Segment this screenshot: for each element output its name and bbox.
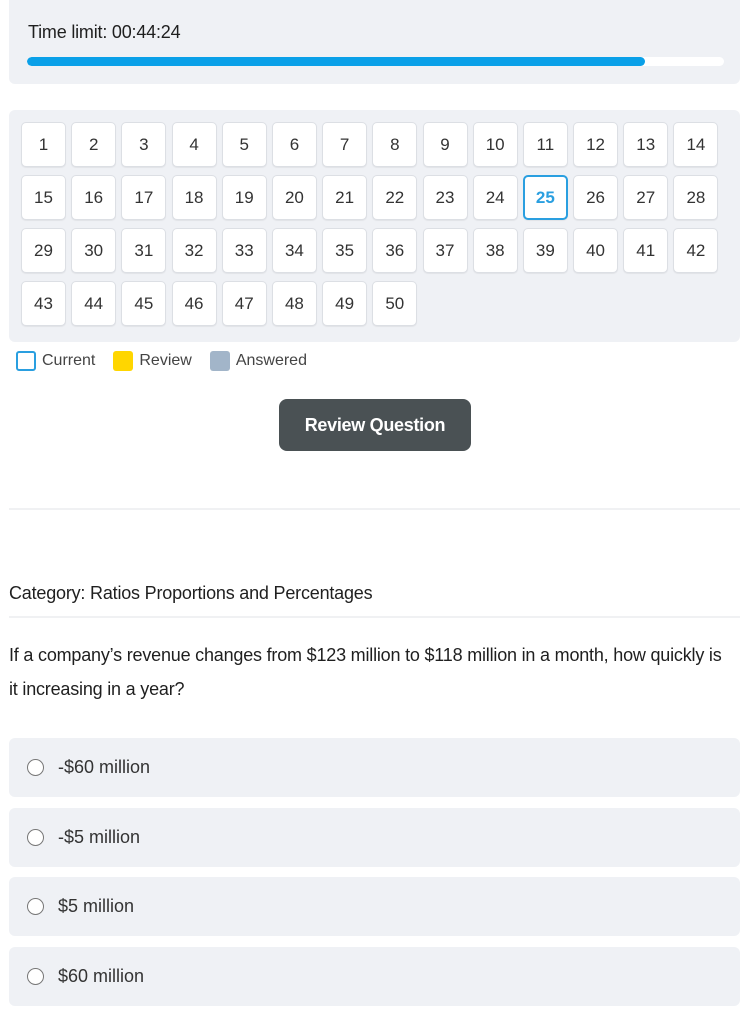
answered-swatch-icon bbox=[209, 351, 230, 371]
question-button[interactable]: 13 bbox=[623, 122, 669, 167]
answer-option-label: -$5 million bbox=[58, 827, 141, 847]
legend-answered: Answered bbox=[209, 351, 307, 371]
review-swatch-icon bbox=[113, 351, 134, 371]
question-button[interactable]: 27 bbox=[623, 175, 669, 220]
legend-answered-label: Answered bbox=[235, 352, 307, 369]
question-button[interactable]: 11 bbox=[522, 122, 568, 167]
question-button[interactable]: 34 bbox=[271, 228, 317, 273]
answer-option[interactable]: -$5 million bbox=[9, 808, 740, 867]
question-button[interactable]: 4 bbox=[171, 122, 217, 167]
question-button[interactable]: 43 bbox=[21, 281, 66, 326]
question-button[interactable]: 32 bbox=[171, 228, 217, 273]
question-button[interactable]: 30 bbox=[71, 228, 117, 273]
question-button[interactable]: 6 bbox=[271, 122, 317, 167]
question-category: Category: Ratios Proportions and Percent… bbox=[9, 583, 373, 603]
question-button[interactable]: 22 bbox=[372, 175, 418, 220]
legend-review-label: Review bbox=[139, 352, 192, 369]
question-button[interactable]: 44 bbox=[71, 281, 117, 326]
question-button[interactable]: 45 bbox=[121, 281, 167, 326]
review-question-button[interactable]: Review Question bbox=[279, 399, 471, 451]
question-button[interactable]: 46 bbox=[171, 281, 217, 326]
radio-button[interactable] bbox=[27, 898, 44, 915]
question-button[interactable]: 9 bbox=[422, 122, 468, 167]
question-button[interactable]: 40 bbox=[573, 228, 619, 273]
question-button[interactable]: 21 bbox=[322, 175, 368, 220]
question-button[interactable]: 23 bbox=[422, 175, 468, 220]
question-button[interactable]: 8 bbox=[372, 122, 418, 167]
legend-review: Review bbox=[113, 351, 192, 371]
time-progress-bar bbox=[27, 57, 724, 66]
question-button[interactable]: 1 bbox=[21, 122, 66, 167]
question-button[interactable]: 10 bbox=[472, 122, 518, 167]
timer-panel: Time limit: 00:44:24 bbox=[9, 0, 740, 84]
question-button[interactable]: 15 bbox=[21, 175, 66, 220]
radio-button[interactable] bbox=[27, 829, 44, 846]
question-button[interactable]: 26 bbox=[573, 175, 619, 220]
question-button[interactable]: 24 bbox=[472, 175, 518, 220]
question-button[interactable]: 16 bbox=[71, 175, 117, 220]
question-button[interactable]: 48 bbox=[271, 281, 317, 326]
answer-option-label: $60 million bbox=[58, 966, 145, 986]
question-button[interactable]: 42 bbox=[673, 228, 719, 273]
question-grid: 1 2 3 4 5 6 7 8 9 10 11 12 13 14 15 16 17 18 19 20 21 22 23 24 2… bbox=[21, 122, 719, 326]
question-navigator: 1 2 3 4 5 6 7 8 9 10 11 12 13 14 15 16 17 18 19 20 21 22 23 24 2… bbox=[9, 110, 740, 342]
question-button[interactable]: 49 bbox=[322, 281, 368, 326]
radio-button[interactable] bbox=[27, 759, 44, 776]
question-button[interactable]: 36 bbox=[372, 228, 418, 273]
question-button[interactable]: 14 bbox=[673, 122, 719, 167]
legend: Current Review Answered bbox=[16, 351, 325, 371]
question-button[interactable]: 19 bbox=[221, 175, 267, 220]
question-button[interactable]: 35 bbox=[322, 228, 368, 273]
question-button[interactable]: 29 bbox=[21, 228, 66, 273]
question-button[interactable]: 37 bbox=[422, 228, 468, 273]
question-button[interactable]: 50 bbox=[372, 281, 418, 326]
question-button-current[interactable]: 25 bbox=[522, 175, 568, 220]
question-button[interactable]: 20 bbox=[271, 175, 317, 220]
question-button[interactable]: 3 bbox=[121, 122, 167, 167]
answer-option[interactable]: $60 million bbox=[9, 947, 740, 1006]
current-swatch-icon bbox=[16, 351, 36, 371]
answer-option-label: -$60 million bbox=[58, 757, 151, 777]
time-progress-fill bbox=[27, 57, 646, 66]
question-button[interactable]: 12 bbox=[573, 122, 619, 167]
question-button[interactable]: 47 bbox=[221, 281, 267, 326]
question-button[interactable]: 28 bbox=[673, 175, 719, 220]
question-button[interactable]: 18 bbox=[171, 175, 217, 220]
question-button[interactable]: 38 bbox=[472, 228, 518, 273]
question-button[interactable]: 17 bbox=[121, 175, 167, 220]
question-button[interactable]: 39 bbox=[522, 228, 568, 273]
question-button[interactable]: 31 bbox=[121, 228, 167, 273]
answer-option-label: $5 million bbox=[58, 896, 135, 916]
question-button[interactable]: 2 bbox=[71, 122, 117, 167]
category-divider bbox=[9, 616, 740, 618]
question-button[interactable]: 5 bbox=[221, 122, 267, 167]
time-limit-label: Time limit: 00:44:24 bbox=[28, 22, 181, 42]
answer-option[interactable]: $5 million bbox=[9, 877, 740, 936]
legend-current: Current bbox=[16, 351, 95, 371]
question-button[interactable]: 7 bbox=[322, 122, 368, 167]
question-button[interactable]: 33 bbox=[221, 228, 267, 273]
answer-option[interactable]: -$60 million bbox=[9, 738, 740, 797]
section-divider bbox=[9, 508, 740, 510]
question-text: If a company’s revenue changes from $123… bbox=[9, 645, 722, 699]
legend-current-label: Current bbox=[42, 352, 96, 369]
question-button[interactable]: 41 bbox=[623, 228, 669, 273]
radio-button[interactable] bbox=[27, 968, 44, 985]
